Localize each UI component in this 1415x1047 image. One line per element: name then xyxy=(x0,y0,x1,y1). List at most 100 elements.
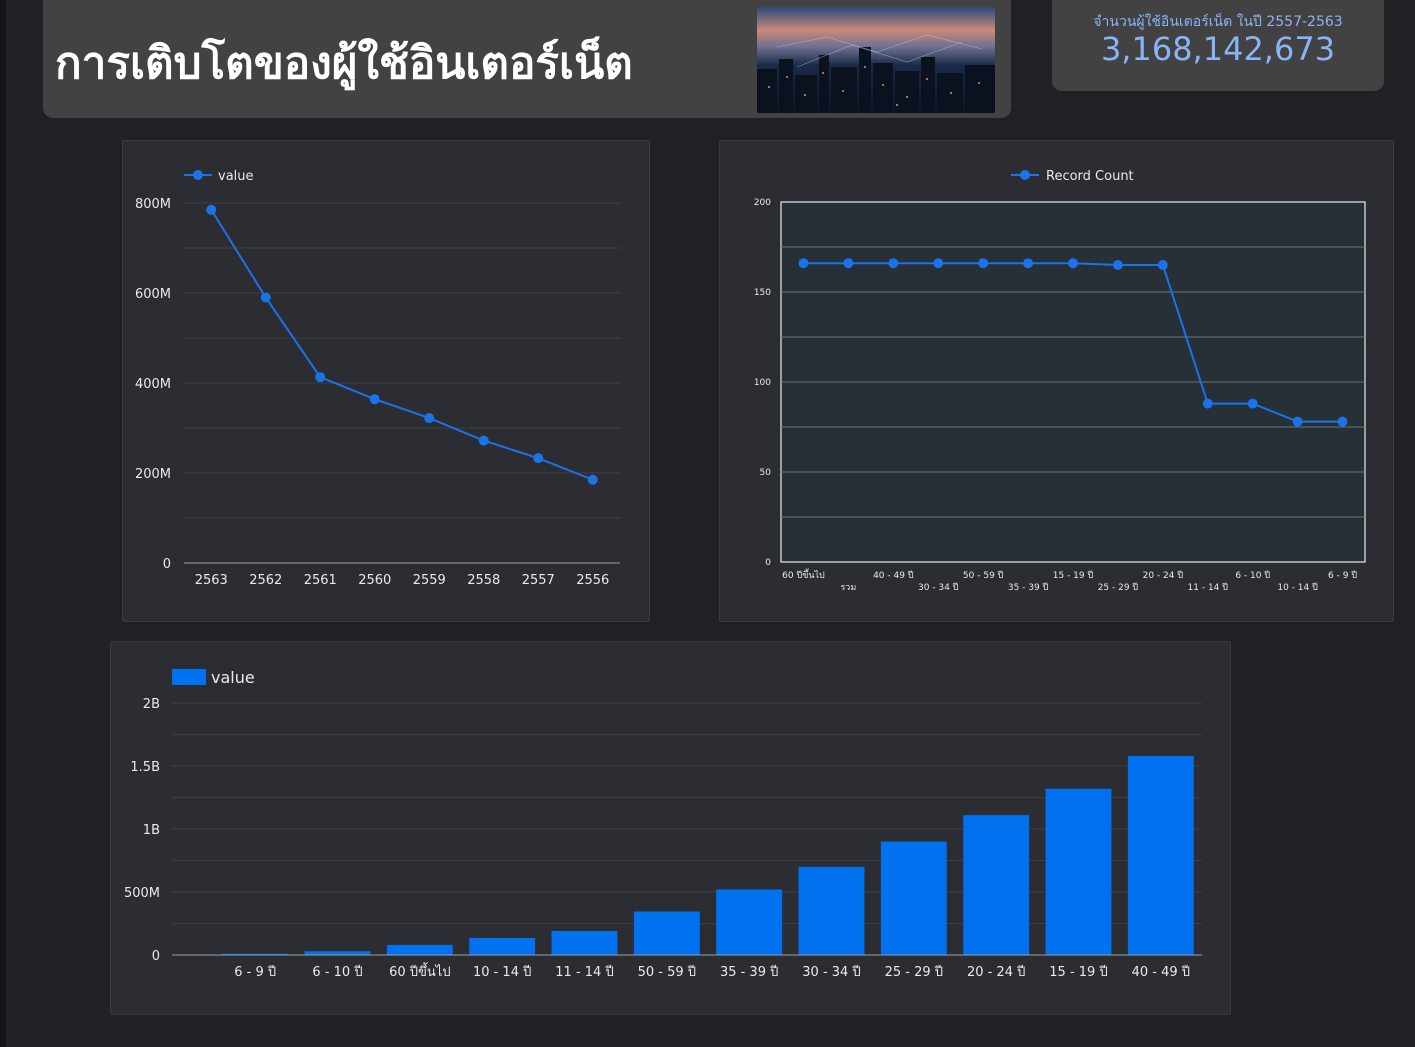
city-skyline-graphic xyxy=(757,34,995,113)
bar xyxy=(798,866,865,955)
x-tick-label: 2559 xyxy=(413,573,446,588)
bar xyxy=(716,889,783,955)
x-tick-label: 2562 xyxy=(249,573,282,588)
bar xyxy=(1127,755,1194,955)
bar xyxy=(386,944,453,955)
x-tick-label: 40 - 49 ปี xyxy=(1132,964,1190,980)
bar xyxy=(880,841,947,955)
age-group-bar-chart: 0 500M 1B 1.5B 2B 6 - 9 ปี 6 - 10 ปี 60 ปีขึ้นไ… xyxy=(124,668,1202,980)
x-tick-label: 10 - 14 ปี xyxy=(1277,582,1318,593)
left-strip xyxy=(0,0,6,1047)
chart-panel-age-bars: 0 500M 1B 1.5B 2B 6 - 9 ปี 6 - 10 ปี 60 ปีขึ้นไ… xyxy=(110,641,1231,1015)
y-tick-label: 0 xyxy=(765,558,771,568)
data-point xyxy=(888,258,899,269)
legend-label: value xyxy=(218,169,254,184)
y-tick-label: 800M xyxy=(135,197,171,212)
x-tick-label: 50 - 59 ปี xyxy=(638,964,696,980)
x-tick-label: 6 - 9 ปี xyxy=(234,964,276,980)
x-tick-label: 25 - 29 ปี xyxy=(1098,582,1139,593)
x-tick-label: 2556 xyxy=(576,573,609,588)
x-tick-label: 25 - 29 ปี xyxy=(885,964,943,980)
y-tick-label: 1B xyxy=(143,823,160,838)
y-tick-label: 0 xyxy=(152,949,160,964)
data-point xyxy=(1337,416,1348,427)
data-point xyxy=(1112,260,1123,270)
x-tick-label: 35 - 39 ปี xyxy=(720,964,778,980)
city-network-photo xyxy=(757,7,995,113)
y-tick-label: 100 xyxy=(754,378,771,388)
x-tick-label: 20 - 24 ปี xyxy=(967,964,1025,980)
data-point xyxy=(1292,416,1303,427)
data-point xyxy=(1202,398,1213,409)
scorecard-value: 3,168,142,673 xyxy=(1100,30,1336,68)
x-tick-label: 6 - 10 ปี xyxy=(312,964,362,980)
x-tick-label: 2558 xyxy=(467,573,500,588)
y-tick-label: 500M xyxy=(124,886,160,901)
data-point xyxy=(933,258,944,269)
data-point xyxy=(424,413,435,424)
bar xyxy=(1045,788,1112,955)
data-point xyxy=(1068,258,1078,269)
x-tick-label: 10 - 14 ปี xyxy=(473,964,531,980)
x-tick-label: 11 - 14 ปี xyxy=(1188,582,1229,593)
data-point xyxy=(978,258,989,269)
data-point xyxy=(260,292,271,303)
legend-label: value xyxy=(211,668,255,687)
x-tick-label: 2561 xyxy=(304,573,337,588)
chart-panel-yearly-line: 0 200M 400M 600M 800M 2563 2562 2561 2560 2559 255… xyxy=(122,140,650,622)
y-tick-label: 200M xyxy=(135,467,171,482)
bar xyxy=(963,815,1030,955)
bar xyxy=(551,931,618,955)
data-point xyxy=(843,258,854,269)
x-tick-label: 6 - 9 ปี xyxy=(1328,570,1357,581)
page-title: การเติบโตของผู้ใช้อินเตอร์เน็ต xyxy=(55,38,633,89)
y-tick-label: 0 xyxy=(163,557,171,572)
y-tick-label: 200 xyxy=(754,198,771,208)
series-line xyxy=(210,209,594,481)
yearly-line-chart: 0 200M 400M 600M 800M 2563 2562 2561 2560 2559 255… xyxy=(135,169,620,588)
record-count-line-chart: 0 50 100 150 200 60 ปีขึ้นไปรวม 40 - 49 ปี 30 -… xyxy=(754,169,1366,593)
y-tick-label: 400M xyxy=(135,377,171,392)
data-point xyxy=(587,474,598,485)
data-point xyxy=(1023,258,1034,269)
legend-marker xyxy=(1020,170,1030,180)
x-tick-label: 11 - 14 ปี xyxy=(555,964,613,980)
x-tick-label: 15 - 19 ปี xyxy=(1049,964,1107,980)
data-point xyxy=(478,435,489,446)
x-tick-label: 60 ปีขึ้นไป xyxy=(389,962,451,980)
data-point xyxy=(1157,260,1168,270)
data-point xyxy=(533,453,544,464)
bar xyxy=(469,937,536,955)
data-point xyxy=(369,394,380,405)
x-tick-label: 2560 xyxy=(358,573,391,588)
x-tick-label: 35 - 39 ปี xyxy=(1008,582,1049,593)
x-tick-label: 2563 xyxy=(195,573,228,588)
x-tick-label: 15 - 19 ปี xyxy=(1053,570,1094,581)
legend-label: Record Count xyxy=(1046,169,1134,184)
legend-marker xyxy=(193,170,203,180)
chart-panel-record-count: 0 50 100 150 200 60 ปีขึ้นไปรวม 40 - 49 ปี 30 -… xyxy=(719,140,1394,622)
x-tick-label: 40 - 49 ปี xyxy=(873,570,914,581)
bar xyxy=(304,951,371,955)
y-tick-label: 600M xyxy=(135,287,171,302)
y-tick-label: 1.5B xyxy=(130,760,160,775)
data-point xyxy=(206,204,217,215)
x-tick-label: 30 - 34 ปี xyxy=(802,964,860,980)
bar xyxy=(633,911,700,955)
x-tick-label: 30 - 34 ปี xyxy=(918,582,959,593)
y-tick-label: 150 xyxy=(754,288,771,298)
x-tick-label: 60 ปีขึ้นไป xyxy=(782,568,825,581)
x-tick-label: 50 - 59 ปี xyxy=(963,570,1004,581)
x-tick-label: 6 - 10 ปี xyxy=(1235,570,1270,581)
legend-swatch xyxy=(172,669,206,685)
y-tick-label: 2B xyxy=(143,697,160,712)
data-point xyxy=(798,258,809,269)
x-tick-label: รวม xyxy=(840,583,856,593)
x-tick-label: 20 - 24 ปี xyxy=(1143,570,1184,581)
y-tick-label: 50 xyxy=(760,468,772,478)
header-banner: การเติบโตของผู้ใช้อินเตอร์เน็ต xyxy=(43,0,1011,118)
data-point xyxy=(1247,398,1258,409)
total-users-scorecard: จำนวนผู้ใช้อินเตอร์เน็ต ในปี 2557-2563 3… xyxy=(1052,0,1384,91)
x-tick-label: 2557 xyxy=(522,573,555,588)
data-point xyxy=(315,372,326,383)
